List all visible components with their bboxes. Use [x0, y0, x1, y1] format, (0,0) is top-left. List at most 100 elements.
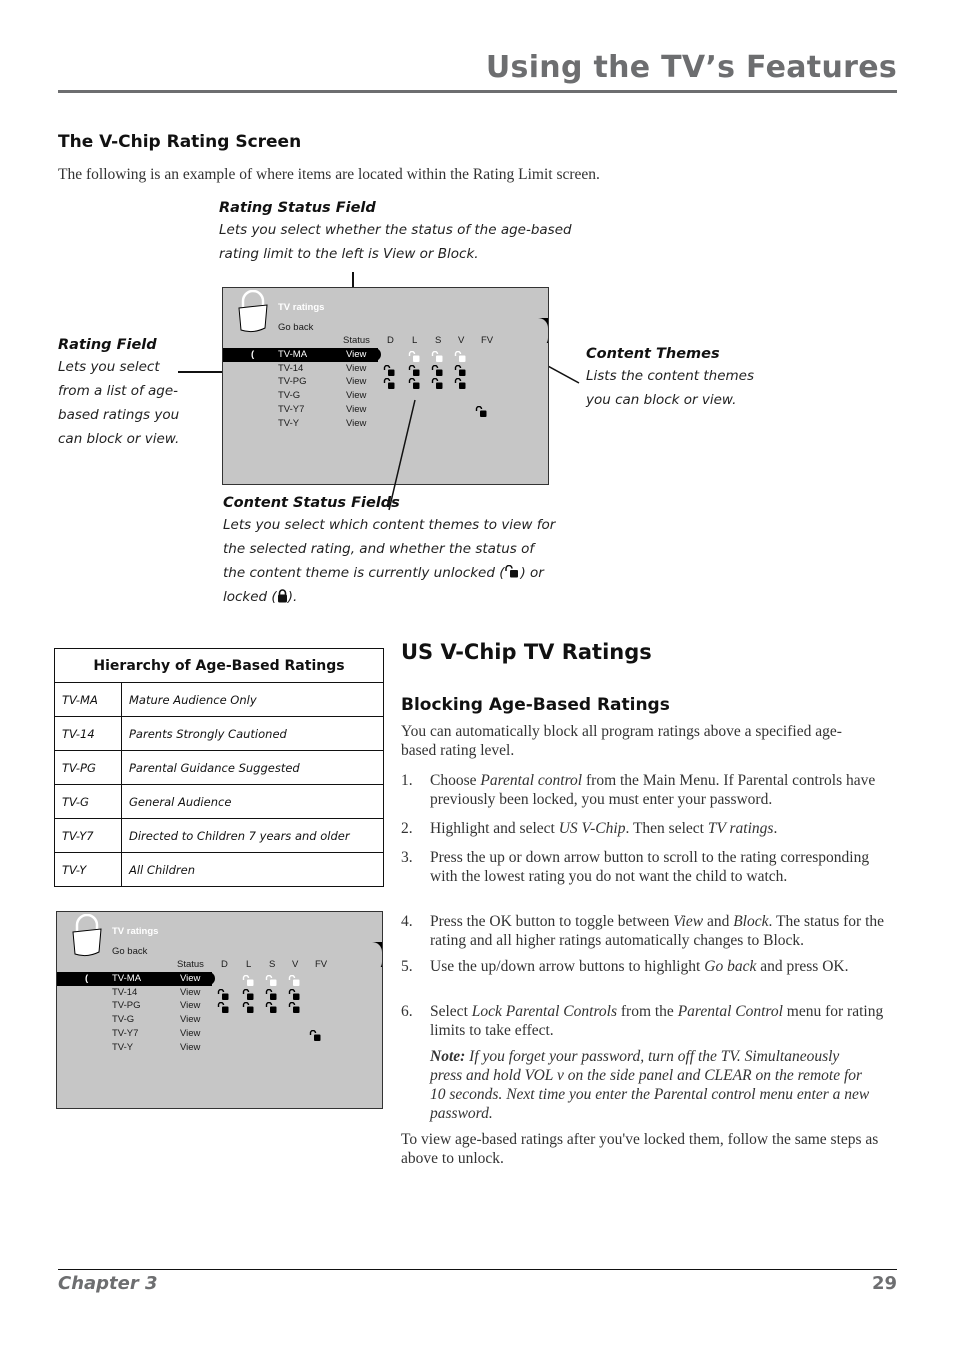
- unlocked-icon[interactable]: [408, 364, 420, 376]
- rating-status[interactable]: View: [346, 418, 366, 429]
- cursor-indicator: (: [85, 973, 89, 984]
- go-back-item[interactable]: Go back: [278, 322, 313, 333]
- table-row: TV-Y7 Directed to Children 7 years and ol…: [54, 818, 384, 853]
- callout-content-themes: Content Themes Lists the content themes …: [586, 346, 786, 412]
- callout-line: can block or view.: [58, 431, 180, 447]
- unlocked-icon[interactable]: [242, 974, 254, 986]
- unlocked-icon[interactable]: [454, 364, 466, 376]
- theme-column-v[interactable]: V: [458, 335, 464, 346]
- rating-code: TV-Y7: [54, 818, 122, 853]
- table-row: TV-PG Parental Guidance Suggested: [54, 750, 384, 785]
- rating-status[interactable]: View: [346, 404, 366, 415]
- unlocked-icon[interactable]: [383, 377, 395, 390]
- padlock-icon: [72, 914, 102, 957]
- rating-status[interactable]: View: [346, 390, 366, 401]
- unlocked-icon[interactable]: [265, 974, 277, 986]
- theme-column-l[interactable]: L: [412, 335, 417, 346]
- step-text-segment: Choose: [430, 772, 481, 789]
- rating-item[interactable]: TV-14: [278, 363, 303, 374]
- unlocked-icon[interactable]: [408, 377, 420, 390]
- rating-item[interactable]: TV-Y: [278, 418, 299, 429]
- rating-item[interactable]: TV-Y7: [112, 1028, 138, 1039]
- title-rule: [58, 90, 897, 93]
- unlocked-icon[interactable]: [288, 1001, 300, 1014]
- note-text: If you forget your password, turn off th…: [430, 1048, 870, 1122]
- rating-status[interactable]: View: [180, 1000, 200, 1011]
- rating-status[interactable]: View: [346, 363, 366, 374]
- callout-content-status: Content Status Fields Lets you select wh…: [223, 495, 563, 609]
- step-text: Press the OK button to toggle between Vi…: [430, 912, 900, 950]
- step-text-segment: and: [703, 913, 734, 930]
- rating-item[interactable]: TV-MA: [278, 349, 307, 360]
- unlocked-icon[interactable]: [265, 1001, 277, 1014]
- rating-status[interactable]: View: [180, 973, 200, 984]
- locked-icon: [277, 589, 287, 603]
- step-number: 2.: [401, 820, 413, 837]
- step-number: 1.: [401, 772, 413, 789]
- unlocked-icon[interactable]: [431, 377, 443, 390]
- unlocked-icon[interactable]: [217, 988, 229, 1000]
- unlocked-icon[interactable]: [265, 988, 277, 1000]
- rating-status[interactable]: View: [180, 1028, 200, 1039]
- theme-column-s[interactable]: S: [269, 959, 275, 970]
- unlocked-icon[interactable]: [431, 350, 443, 362]
- emphasized-term: View: [673, 913, 704, 930]
- emphasized-term: Go back: [704, 958, 757, 975]
- instruction-step: 6. Select Lock Parental Controls from the…: [401, 1002, 901, 1040]
- rating-status[interactable]: View: [346, 349, 366, 360]
- unlocked-icon[interactable]: [475, 405, 487, 417]
- instruction-step: 4. Press the OK button to toggle between …: [401, 912, 901, 950]
- vchip-heading: US V-Chip TV Ratings: [401, 640, 652, 664]
- rating-status[interactable]: View: [180, 1014, 200, 1025]
- unlocked-icon[interactable]: [288, 988, 300, 1000]
- rating-item[interactable]: TV-G: [112, 1014, 134, 1025]
- unlocked-icon[interactable]: [408, 350, 420, 362]
- unlocked-icon[interactable]: [454, 350, 466, 362]
- unlocked-icon[interactable]: [454, 377, 466, 390]
- theme-column-v[interactable]: V: [292, 959, 298, 970]
- step-number: 4.: [401, 913, 413, 930]
- unlocked-icon[interactable]: [288, 974, 300, 986]
- callout-line: the content theme is currently unlocked …: [223, 561, 563, 585]
- callout-line: Lets you select which content themes to …: [223, 517, 556, 533]
- theme-column-d[interactable]: D: [387, 335, 394, 346]
- go-back-item[interactable]: Go back: [112, 946, 147, 957]
- rating-item[interactable]: TV-G: [278, 390, 300, 401]
- emphasized-term: US V-Chip: [558, 820, 626, 837]
- unlocked-icon[interactable]: [217, 1001, 229, 1014]
- callout-title: Content Status Fields: [223, 495, 400, 511]
- table-row: TV-MA Mature Audience Only: [54, 682, 384, 717]
- hierarchy-table: Hierarchy of Age-Based Ratings TV-MA Matu…: [54, 648, 384, 887]
- rating-description: Parents Strongly Cautioned: [121, 716, 384, 751]
- theme-column-s[interactable]: S: [435, 335, 441, 346]
- theme-column-l[interactable]: L: [246, 959, 251, 970]
- theme-column-d[interactable]: D: [221, 959, 228, 970]
- rating-item[interactable]: TV-PG: [278, 376, 307, 387]
- theme-column-fv[interactable]: FV: [315, 959, 327, 970]
- rating-item[interactable]: TV-PG: [112, 1000, 141, 1011]
- instruction-step: 2. Highlight and select US V-Chip. Then s…: [401, 819, 901, 838]
- page-number: 29: [871, 1273, 897, 1294]
- unlocked-icon[interactable]: [431, 364, 443, 376]
- rating-status[interactable]: View: [180, 1042, 200, 1053]
- rating-code: TV-G: [54, 784, 122, 819]
- screen-title: TV ratings: [112, 926, 159, 937]
- rating-item[interactable]: TV-14: [112, 987, 137, 998]
- table-row: TV-G General Audience: [54, 784, 384, 819]
- unlocked-icon[interactable]: [242, 1001, 254, 1014]
- rating-status[interactable]: View: [346, 376, 366, 387]
- callout-line: Lists the content themes: [586, 368, 754, 384]
- step-text-segment: .: [773, 820, 778, 837]
- table-row: TV-Y All Children: [54, 852, 384, 887]
- rating-item[interactable]: TV-Y7: [278, 404, 304, 415]
- step-text-segment: Highlight and select: [430, 820, 559, 837]
- theme-column-fv[interactable]: FV: [481, 335, 493, 346]
- rating-status[interactable]: View: [180, 987, 200, 998]
- rating-item[interactable]: TV-MA: [112, 973, 141, 984]
- rating-item[interactable]: TV-Y: [112, 1042, 133, 1053]
- unlocked-icon[interactable]: [242, 988, 254, 1000]
- callout-text-segment: locked (: [223, 589, 277, 605]
- unlocked-icon[interactable]: [383, 364, 395, 376]
- unlocked-icon[interactable]: [309, 1029, 321, 1041]
- step-text-segment: Press the OK button to toggle between: [430, 913, 674, 930]
